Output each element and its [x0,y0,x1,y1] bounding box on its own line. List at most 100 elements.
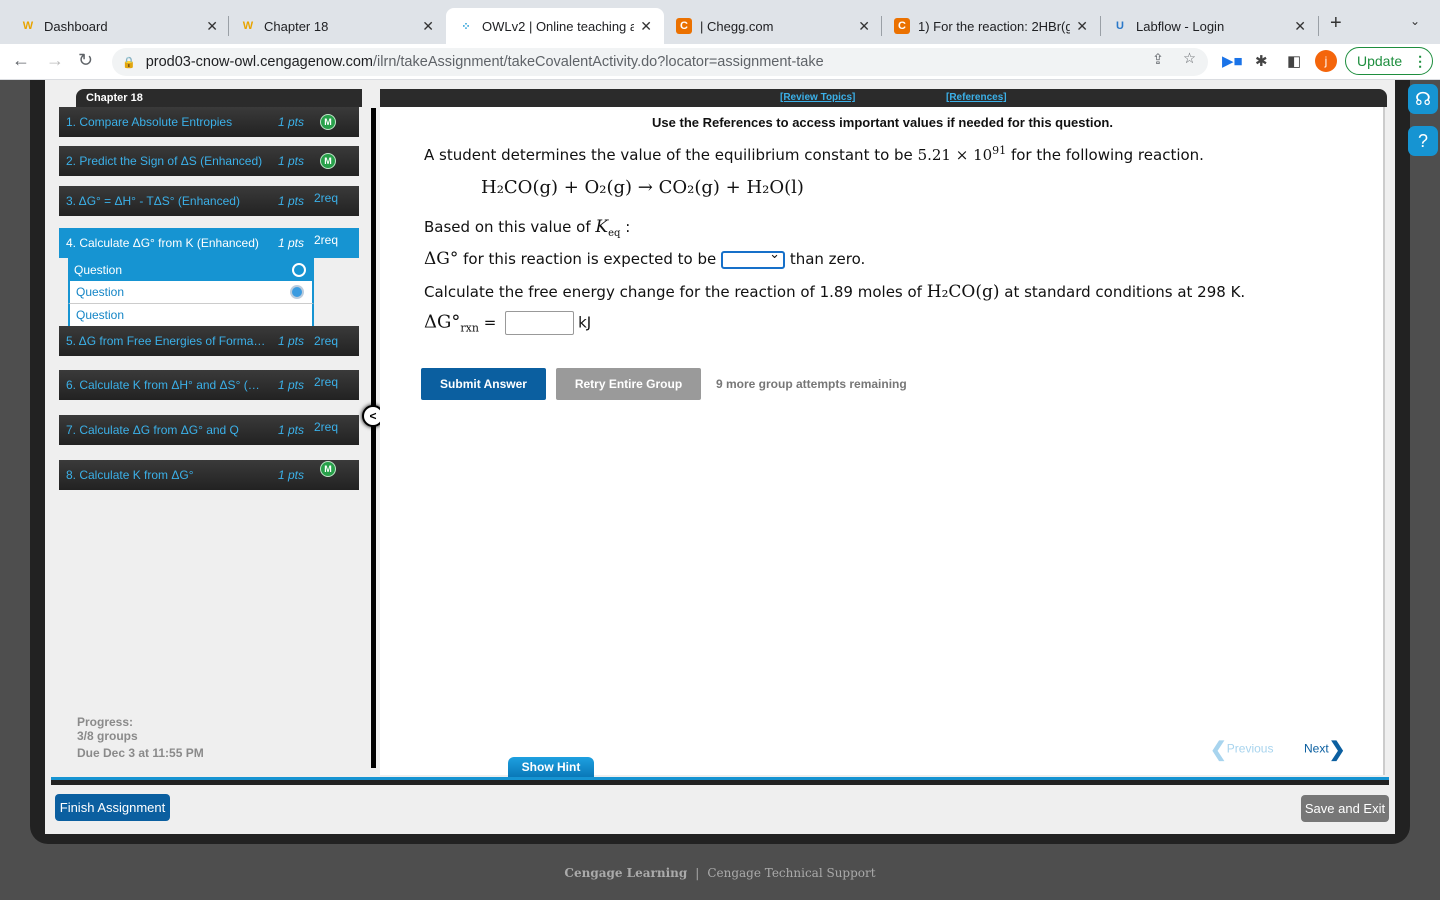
question-item-3[interactable]: 3. ΔG° = ΔH° - TΔS° (Enhanced) 1 pts 2re… [59,186,359,216]
update-label: Update [1357,53,1403,69]
question-label: 1. Compare Absolute Entropies [66,115,233,129]
question-item-5[interactable]: 5. ΔG from Free Energies of Forma… 1 pts… [59,326,359,356]
close-tab-icon[interactable]: ✕ [422,18,434,35]
browser-tab-strip: W Dashboard ✕ W Chapter 18 ✕ ⁘ OWLv2 | O… [0,0,1440,44]
content-header: [Review Topics] [References] [380,89,1387,107]
show-hint-button[interactable]: Show Hint [508,757,594,777]
question-label: 7. Calculate ΔG from ΔG° and Q [66,423,239,437]
review-topics-link[interactable]: [Review Topics] [780,92,855,103]
forward-icon[interactable]: → [46,50,64,71]
more-menu-icon[interactable]: ⋮ [1413,53,1427,70]
question-points: 1 pts [278,468,305,482]
submit-answer-button[interactable]: Submit Answer [421,368,546,400]
next-button[interactable]: Next❯ [1304,737,1345,762]
than-zero-text: than zero. [789,250,866,268]
tab-dashboard[interactable]: W Dashboard ✕ [8,8,230,44]
retry-group-button[interactable]: Retry Entire Group [556,368,701,400]
tab-labflow[interactable]: U Labflow - Login ✕ [1100,8,1318,44]
delta-g-symbol: ΔG° [424,249,459,269]
url-host: prod03-cnow-owl.cengagenow.com [145,54,374,70]
keq-symbol: K [595,217,609,237]
finish-assignment-button[interactable]: Finish Assignment [55,794,170,821]
delta-g-rxn-symbol: ΔG° [424,311,461,333]
tab-owlv2[interactable]: ⁘ OWLv2 | Online teaching ar ✕ [446,8,664,44]
due-date: Due Dec 3 at 11:55 PM [77,746,204,760]
species: H₂CO(g) [926,282,1000,302]
page-footer: Cengage Learning | Cengage Technical Suppo… [564,866,876,880]
subquestion-2[interactable]: Question [68,281,314,304]
tab-chapter-18[interactable]: W Chapter 18 ✕ [228,8,446,44]
profile-avatar[interactable]: j [1315,50,1337,72]
question-label: 2. Predict the Sign of ΔS (Enhanced) [66,154,263,168]
extension-icon[interactable]: ▶■ [1222,52,1243,70]
chevron-right-icon: ❯ [1328,739,1346,761]
question-label: 5. ΔG from Free Energies of Forma… [66,334,266,348]
close-tab-icon[interactable]: ✕ [1076,18,1088,35]
question-status: 2req [314,233,339,247]
help-icon[interactable]: ? [1408,126,1438,156]
question-item-7[interactable]: 7. Calculate ΔG from ΔG° and Q 1 pts 2re… [59,415,359,445]
labflow-icon: U [1116,20,1124,32]
url-path: /ilrn/takeAssignment/takeCovalentActivit… [373,54,824,70]
question-status: 2req [314,334,339,348]
question-item-1[interactable]: 1. Compare Absolute Entropies 1 pts M [59,107,359,137]
reaction-equation: H₂CO(g) + O₂(g) → CO₂(g) + H₂O(l) [481,177,804,198]
previous-label: Previous [1226,741,1274,756]
chegg-icon: C [894,18,910,34]
calc-prompt: Calculate the free energy change for the… [424,282,1245,302]
headset-support-icon[interactable]: ☊ [1408,84,1438,114]
dg-sign-select[interactable] [721,247,786,269]
bookmark-star-icon[interactable]: ☆ [1183,51,1196,67]
keq-subscript: eq [608,228,621,239]
question-points: 1 pts [278,334,305,348]
question-item-8[interactable]: 8. Calculate K from ΔG° 1 pts M [59,460,359,490]
question-item-4[interactable]: 4. Calculate ΔG° from K (Enhanced) 1 pts… [59,228,359,258]
close-tab-icon[interactable]: ✕ [206,18,218,35]
next-label: Next [1304,741,1329,756]
close-tab-icon[interactable]: ✕ [858,18,870,35]
chapter-title: Chapter 18 [76,89,362,107]
update-button[interactable]: Update ⋮ [1345,47,1433,75]
cengage-link[interactable]: Cengage Learning [564,866,687,880]
owl-logo-icon: ⁘ [461,20,471,33]
subquestion-label: Question [76,308,125,322]
based-on-text: Based on this value of Keq : [424,217,631,239]
dgrxn-answer-row: ΔG°rxn = kJ [424,311,591,335]
close-tab-icon[interactable]: ✕ [640,18,652,35]
reload-icon[interactable]: ↻ [78,50,93,71]
dgrxn-input[interactable] [505,311,575,335]
tab-chegg-reaction[interactable]: C 1) For the reaction: 2HBr(g) ✕ [882,8,1100,44]
tab-chegg[interactable]: C | Chegg.com ✕ [664,8,882,44]
question-status: 2req [314,375,339,389]
subquestion-3[interactable]: Question [68,304,314,327]
previous-button[interactable]: ❮Previous [1210,737,1273,762]
question-points: 1 pts [278,115,305,129]
question-points: 1 pts [278,423,305,437]
tech-support-link[interactable]: Cengage Technical Support [707,866,875,880]
tab-search-chevron-icon[interactable]: ⌄ [1410,14,1420,28]
share-icon[interactable]: ⇪ [1152,52,1164,68]
mastered-badge-icon: M [320,461,336,477]
new-tab-icon[interactable]: + [1330,12,1342,35]
equals-sign: = [483,313,497,332]
tab-title: | Chegg.com [700,18,774,34]
tab-title: OWLv2 | Online teaching ar [482,18,635,34]
side-panel-icon[interactable]: ◧ [1287,52,1301,70]
references-link[interactable]: [References] [946,92,1007,103]
tab-title: Dashboard [44,18,108,34]
question-label: 4. Calculate ΔG° from K (Enhanced) [66,236,259,250]
close-tab-icon[interactable]: ✕ [1294,18,1306,35]
tab-title: 1) For the reaction: 2HBr(g) [918,18,1071,34]
question-item-2[interactable]: 2. Predict the Sign of ΔS (Enhanced) 1 p… [59,146,359,176]
subquestion-label: Question [74,262,123,277]
address-bar[interactable]: 🔒 prod03-cnow-owl.cengagenow.com/ilrn/ta… [112,48,1208,76]
question-points: 1 pts [278,236,305,250]
puzzle-extensions-icon[interactable]: ✱ [1255,52,1268,70]
question-intro: A student determines the value of the eq… [424,144,1204,164]
question-item-6[interactable]: 6. Calculate K from ΔH° and ΔS° (… 1 pts… [59,370,359,400]
unit-label: kJ [578,313,592,332]
save-and-exit-button[interactable]: Save and Exit [1301,795,1389,822]
back-icon[interactable]: ← [12,50,30,71]
subquestion-1[interactable]: Question [68,258,314,281]
question-label: 8. Calculate K from ΔG° [66,468,194,482]
